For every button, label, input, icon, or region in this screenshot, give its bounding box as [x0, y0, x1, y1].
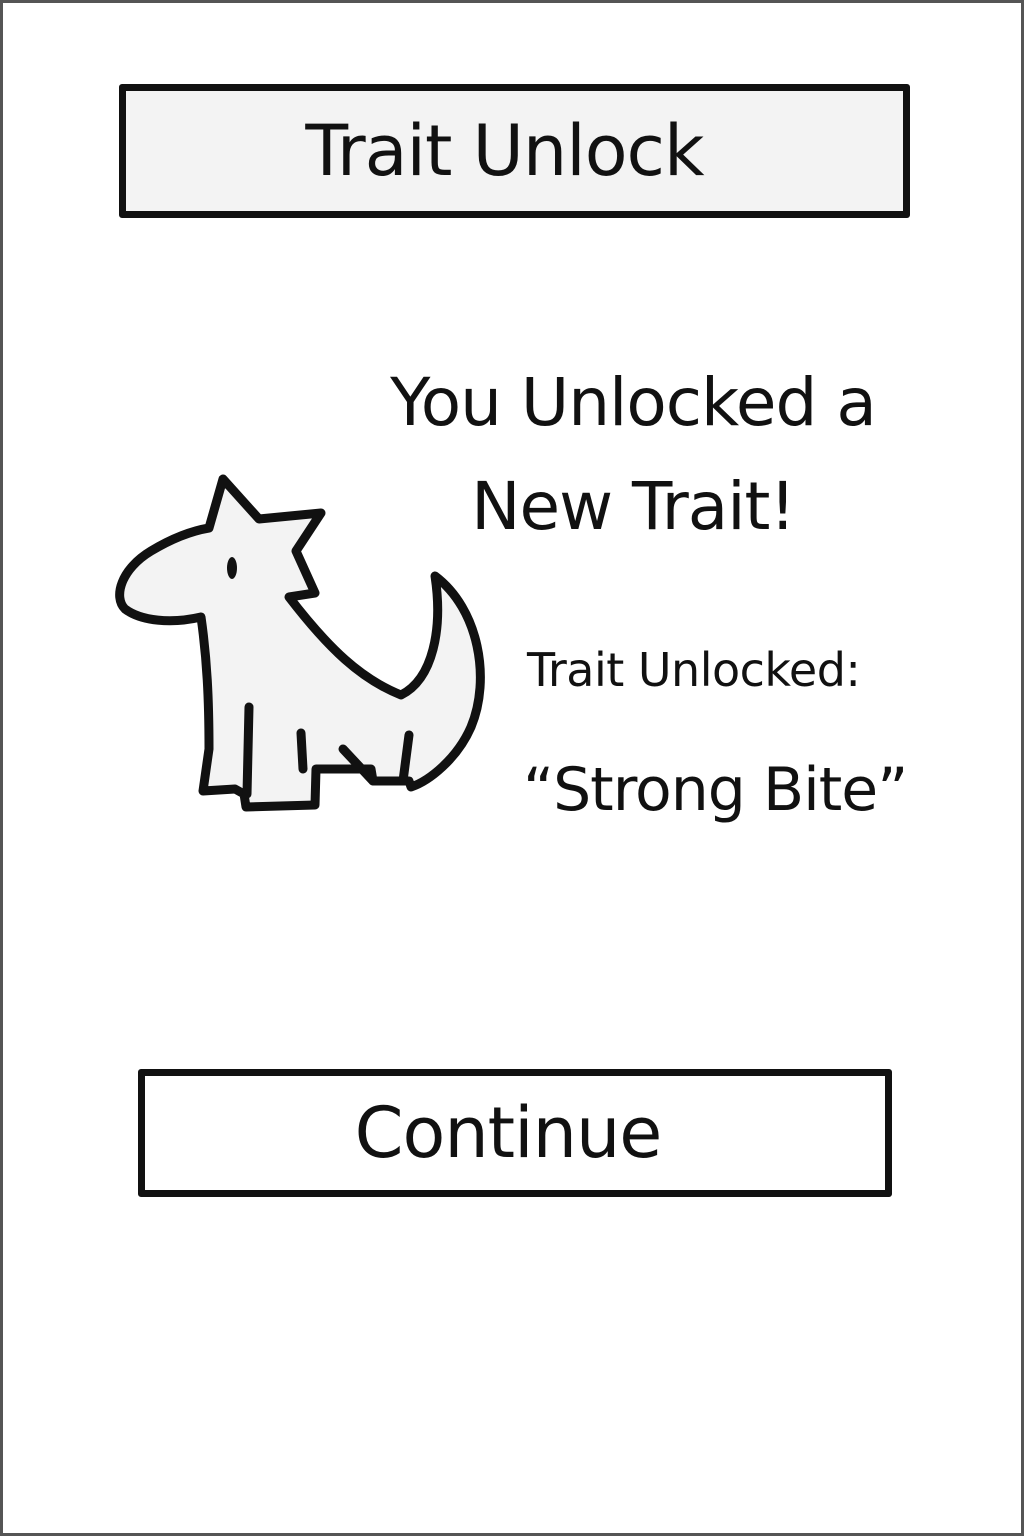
continue-button[interactable]: Continue: [138, 1069, 892, 1197]
continue-button-label: Continue: [354, 1092, 663, 1174]
dinosaur-creature-icon: [115, 474, 485, 812]
screen-frame: Trait Unlock You Unlocked a New Trait! T…: [0, 0, 1024, 1536]
title-bar: Trait Unlock: [119, 84, 910, 218]
trait-name: “Strong Bite”: [523, 755, 908, 825]
page-title: Trait Unlock: [305, 110, 704, 192]
trait-unlocked-label: Trait Unlocked:: [527, 643, 861, 697]
